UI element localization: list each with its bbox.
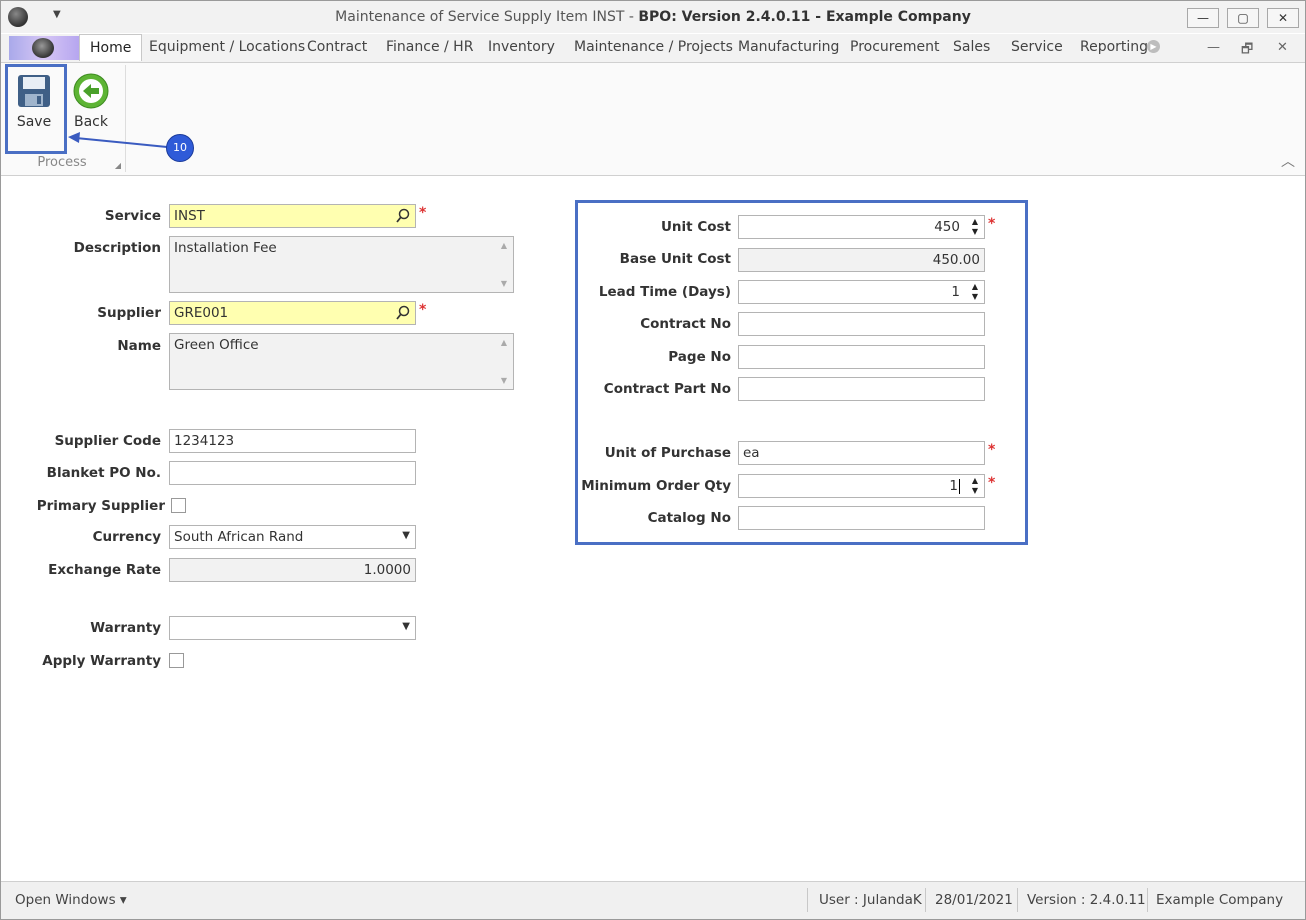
exchange-rate-input[interactable]: 1.0000 [169, 558, 416, 582]
tab-procurement[interactable]: Procurement [850, 39, 939, 55]
callout-badge: 10 [166, 134, 194, 162]
search-icon[interactable] [395, 208, 411, 224]
status-user: User : JulandaK [819, 892, 922, 908]
status-divider [925, 888, 926, 912]
warranty-label: Warranty [90, 620, 161, 636]
currency-select[interactable]: South African Rand ▼ [169, 525, 416, 549]
mdi-restore-button[interactable]: 🗗 [1241, 40, 1253, 62]
tab-service[interactable]: Service [1011, 39, 1063, 55]
supplier-value: GRE001 [174, 305, 229, 321]
min-order-qty-value: 1 [949, 478, 958, 494]
catalog-no-input[interactable] [738, 506, 985, 530]
scroll-up-icon[interactable]: ▲ [501, 338, 507, 347]
chevron-down-icon[interactable]: ▼ [402, 621, 410, 632]
description-memo[interactable]: Installation Fee ▲ ▼ [169, 236, 514, 293]
supplier-label: Supplier [97, 305, 161, 321]
status-date: 28/01/2021 [935, 892, 1013, 908]
status-divider [1017, 888, 1018, 912]
contract-no-input[interactable] [738, 312, 985, 336]
apply-warranty-checkbox[interactable] [169, 653, 184, 668]
currency-label: Currency [92, 529, 161, 545]
spin-buttons-icon[interactable]: ▲ ▼ [968, 476, 982, 496]
tab-reporting[interactable]: Reporting [1080, 39, 1148, 55]
window-title-prefix: Maintenance of Service Supply Item INST … [335, 9, 639, 25]
close-button[interactable]: ✕ [1267, 8, 1299, 28]
minimize-button[interactable]: — [1187, 8, 1219, 28]
unit-cost-value: 450 [934, 219, 960, 235]
name-memo[interactable]: Green Office ▲ ▼ [169, 333, 514, 390]
supplier-code-input[interactable]: 1234123 [169, 429, 416, 453]
unit-cost-input[interactable]: 450 ▲ ▼ [738, 215, 985, 239]
warranty-select[interactable]: ▼ [169, 616, 416, 640]
status-divider [807, 888, 808, 912]
status-version: Version : 2.4.0.11 [1027, 892, 1146, 908]
scroll-down-icon[interactable]: ▼ [501, 376, 507, 385]
tab-sales[interactable]: Sales [953, 39, 990, 55]
min-order-qty-input[interactable]: 1 ▲ ▼ [738, 474, 985, 498]
required-marker: * [988, 442, 996, 458]
collapse-ribbon-icon[interactable]: ︿ [1281, 151, 1295, 171]
primary-supplier-checkbox[interactable] [171, 498, 186, 513]
unit-of-purchase-input[interactable]: ea [738, 441, 985, 465]
window-title-suffix: BPO: Version 2.4.0.11 - Example Company [638, 9, 971, 25]
text-cursor [959, 478, 960, 494]
page-no-label: Page No [668, 349, 731, 365]
required-marker: * [419, 205, 427, 221]
supplier-input[interactable]: GRE001 [169, 301, 416, 325]
scroll-down-icon[interactable]: ▼ [501, 279, 507, 288]
base-unit-cost-input[interactable]: 450.00 [738, 248, 985, 272]
tab-finance-hr[interactable]: Finance / HR [386, 39, 473, 55]
service-label: Service [104, 208, 161, 224]
maximize-button[interactable]: ▢ [1227, 8, 1259, 28]
lead-time-input[interactable]: 1 ▲ ▼ [738, 280, 985, 304]
service-value: INST [174, 208, 205, 224]
supplier-code-label: Supplier Code [54, 433, 161, 449]
tab-contract[interactable]: Contract [307, 39, 367, 55]
required-marker: * [988, 216, 996, 232]
min-order-qty-label: Minimum Order Qty [581, 478, 731, 494]
currency-value: South African Rand [174, 529, 304, 545]
tab-manufacturing[interactable]: Manufacturing [738, 39, 839, 55]
primary-supplier-label: Primary Supplier [36, 498, 165, 514]
lead-time-label: Lead Time (Days) [598, 284, 731, 300]
status-company: Example Company [1156, 892, 1284, 908]
unit-cost-label: Unit Cost [660, 219, 731, 235]
blanket-po-input[interactable] [169, 461, 416, 485]
page-no-input[interactable] [738, 345, 985, 369]
description-value: Installation Fee [174, 240, 277, 256]
spin-buttons-icon[interactable]: ▲ ▼ [968, 282, 982, 302]
status-bar: Open Windows ▾ User : JulandaK 28/01/202… [1, 881, 1305, 919]
blanket-po-label: Blanket PO No. [46, 465, 161, 481]
chevron-down-icon[interactable]: ▼ [402, 530, 410, 541]
service-input[interactable]: INST [169, 204, 416, 228]
base-unit-cost-label: Base Unit Cost [619, 251, 731, 267]
required-marker: * [419, 302, 427, 318]
status-divider [1147, 888, 1148, 912]
required-marker: * [988, 475, 996, 491]
mdi-minimize-button[interactable]: — [1207, 40, 1220, 55]
contract-part-no-label: Contract Part No [603, 381, 731, 397]
lead-time-value: 1 [951, 284, 960, 300]
contract-part-no-input[interactable] [738, 377, 985, 401]
catalog-no-label: Catalog No [647, 510, 731, 526]
apply-warranty-label: Apply Warranty [42, 653, 161, 669]
spin-buttons-icon[interactable]: ▲ ▼ [968, 217, 982, 237]
tab-inventory[interactable]: Inventory [488, 39, 555, 55]
name-label: Name [117, 338, 161, 354]
exchange-rate-label: Exchange Rate [48, 562, 161, 578]
name-value: Green Office [174, 337, 259, 353]
unit-of-purchase-label: Unit of Purchase [604, 445, 731, 461]
tab-maintenance-projects[interactable]: Maintenance / Projects [574, 39, 733, 55]
search-icon[interactable] [395, 305, 411, 321]
mdi-close-button[interactable]: ✕ [1277, 40, 1288, 55]
description-label: Description [73, 240, 161, 256]
scroll-up-icon[interactable]: ▲ [501, 241, 507, 250]
tab-scroll-right-icon[interactable]: ▶ [1147, 40, 1160, 53]
open-windows-button[interactable]: Open Windows ▾ [15, 892, 127, 908]
contract-no-label: Contract No [640, 316, 731, 332]
